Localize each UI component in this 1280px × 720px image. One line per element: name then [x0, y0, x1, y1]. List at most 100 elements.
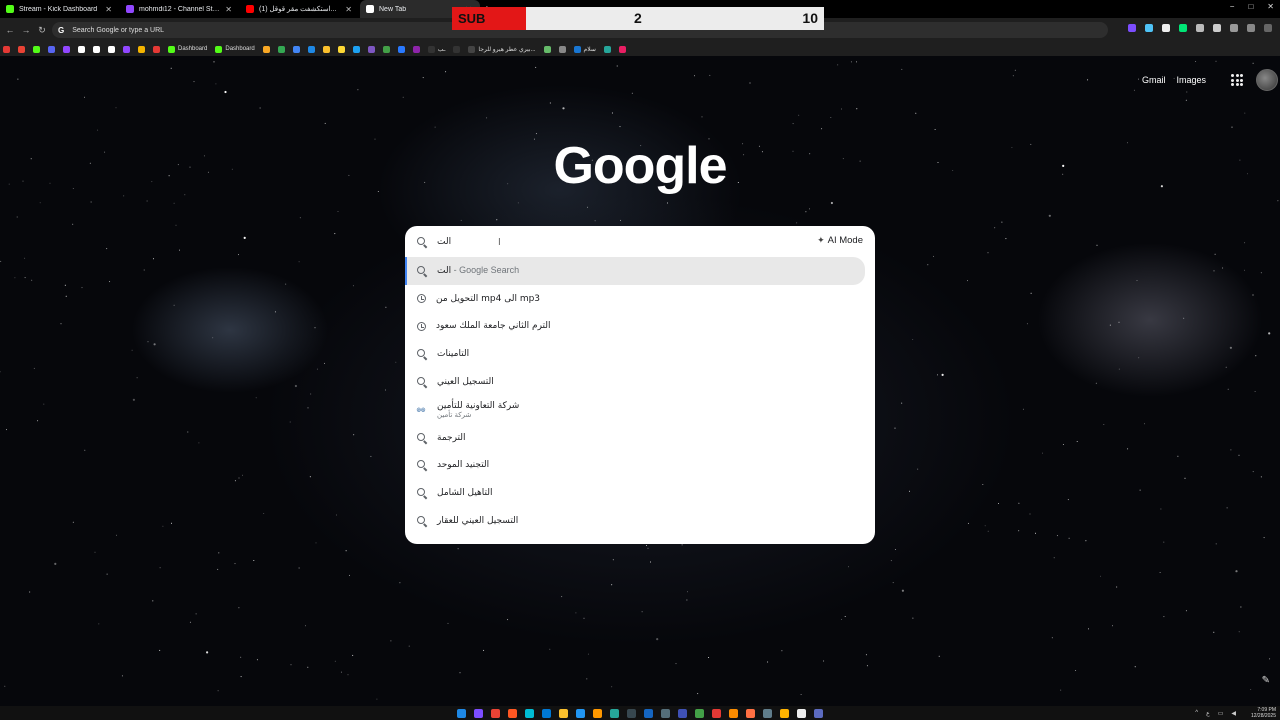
bookmark-item[interactable]: ـب — [427, 45, 445, 53]
suggestion-item[interactable]: التحويل من mp4 الى mp3 — [405, 285, 875, 313]
taskbar-app-icon[interactable] — [457, 708, 466, 718]
taskbar-app-icon[interactable] — [746, 708, 755, 718]
customize-pencil-icon[interactable]: ✎ — [1262, 675, 1270, 686]
bookmark-item[interactable] — [138, 45, 145, 53]
gmail-link[interactable]: Gmail — [1142, 75, 1166, 85]
suggestion-item[interactable]: الترم الثاني جامعة الملك سعود — [405, 313, 875, 341]
bookmark-item[interactable] — [123, 45, 130, 53]
bookmark-item[interactable] — [108, 45, 115, 53]
extension-icon[interactable] — [1162, 24, 1170, 32]
taskbar-app-icon[interactable] — [729, 708, 738, 718]
suggestion-item[interactable]: التجنيد الموحد — [405, 452, 875, 480]
suggestion-item[interactable]: ◎◎ شركة التعاونية للتأمين شركة تأمين — [405, 396, 875, 424]
images-link[interactable]: Images — [1176, 75, 1206, 85]
taskbar-app-icon[interactable] — [491, 708, 500, 718]
suggestion-item[interactable]: التسجيل العيني — [405, 368, 875, 396]
taskbar-app-icon[interactable] — [661, 708, 670, 718]
bookmark-item[interactable] — [262, 45, 270, 53]
bookmark-item[interactable] — [307, 45, 315, 53]
forward-icon[interactable]: → — [20, 25, 32, 35]
suggestion-item[interactable]: التامينات — [405, 340, 875, 368]
extension-icon[interactable] — [1196, 24, 1204, 32]
suggestion-item[interactable]: الت - Google Search — [405, 257, 865, 285]
search-input[interactable] — [437, 237, 737, 247]
profile-icon[interactable] — [1247, 24, 1255, 32]
bookmark-item[interactable] — [292, 45, 300, 53]
bookmark-item[interactable] — [412, 45, 420, 53]
suggestion-query: التسجيل العيني — [437, 377, 494, 388]
bookmark-item[interactable] — [63, 45, 70, 53]
bookmark-item[interactable] — [18, 45, 25, 53]
extension-icon[interactable] — [1179, 24, 1187, 32]
browser-tab[interactable]: Stream - Kick Dashboard ✕ — [0, 0, 120, 18]
extension-icon[interactable] — [1145, 24, 1153, 32]
language-indicator[interactable]: ع — [1206, 710, 1210, 717]
maximize-button[interactable]: □ — [1248, 2, 1253, 11]
suggestion-item[interactable]: التسجيل العيني للعقار — [405, 507, 875, 535]
bookmark-item[interactable] — [543, 45, 551, 53]
bookmark-item[interactable] — [277, 45, 285, 53]
extensions-puzzle-icon[interactable] — [1213, 24, 1221, 32]
bookmark-item[interactable]: Dashboard — [215, 45, 255, 53]
menu-icon[interactable] — [1264, 24, 1272, 32]
tab-close-icon[interactable]: ✕ — [225, 5, 232, 14]
taskbar-app-icon[interactable] — [644, 708, 653, 718]
clock[interactable]: 7:09 PM 12/28/2025 — [1251, 707, 1276, 719]
taskbar-app-icon[interactable] — [678, 708, 687, 718]
taskbar-app-icon[interactable] — [712, 708, 721, 718]
taskbar-app-icon[interactable] — [542, 708, 551, 718]
tab-close-icon[interactable]: ✕ — [345, 5, 352, 14]
bookmark-item[interactable] — [48, 45, 55, 53]
close-window-button[interactable]: ✕ — [1267, 2, 1274, 11]
account-avatar[interactable] — [1256, 69, 1278, 91]
taskbar-app-icon[interactable] — [763, 708, 772, 718]
taskbar-app-icon[interactable] — [627, 708, 636, 718]
bookmark-item[interactable] — [337, 45, 345, 53]
suggestion-item[interactable]: الترجمة — [405, 424, 875, 452]
search-bar[interactable]: I ✦ AI Mode — [405, 230, 875, 254]
reload-icon[interactable]: ↻ — [36, 25, 48, 36]
browser-tab[interactable]: (1) استكشفت مقر قوقل... ✕ — [240, 0, 360, 18]
bookmark-item[interactable] — [558, 45, 566, 53]
volume-icon[interactable]: ◀ — [1231, 710, 1236, 717]
taskbar-app-icon[interactable] — [695, 708, 704, 718]
suggestion-item[interactable]: التاهيل الشامل — [405, 479, 875, 507]
sidepanel-icon[interactable] — [1230, 24, 1238, 32]
bookmark-item[interactable] — [382, 45, 390, 53]
bookmark-item[interactable] — [603, 45, 611, 53]
bookmark-item[interactable]: Dashboard — [168, 45, 207, 53]
taskbar-app-icon[interactable] — [797, 708, 806, 718]
bookmark-item[interactable] — [322, 45, 330, 53]
bookmark-item[interactable] — [397, 45, 405, 53]
minimize-button[interactable]: − — [1230, 2, 1235, 11]
tab-close-icon[interactable]: ✕ — [105, 5, 112, 14]
bookmark-item[interactable] — [93, 45, 100, 53]
network-icon[interactable]: ▭ — [1218, 710, 1224, 717]
bookmark-item[interactable]: سلام — [573, 45, 596, 53]
bookmark-item[interactable] — [352, 45, 360, 53]
bookmark-item[interactable]: بيري عطر هيرو للرجا... — [468, 45, 536, 53]
back-icon[interactable]: ← — [4, 25, 16, 35]
bookmark-item[interactable] — [453, 45, 461, 53]
ai-mode-button[interactable]: ✦ AI Mode — [817, 235, 863, 246]
bookmark-item[interactable] — [367, 45, 375, 53]
taskbar-app-icon[interactable] — [576, 708, 585, 718]
extension-icon[interactable] — [1128, 24, 1136, 32]
taskbar-app-icon[interactable] — [780, 708, 789, 718]
bookmark-item[interactable] — [33, 45, 40, 53]
taskbar-app-icon[interactable] — [508, 708, 517, 718]
taskbar-app-icon[interactable] — [559, 708, 568, 718]
chevron-up-icon[interactable]: ^ — [1195, 710, 1198, 717]
taskbar-app-icon[interactable] — [610, 708, 619, 718]
taskbar-app-icon[interactable] — [593, 708, 602, 718]
bookmark-item[interactable] — [618, 45, 626, 53]
bookmark-item[interactable] — [3, 45, 10, 53]
taskbar-app-icon[interactable] — [525, 708, 534, 718]
bookmark-favicon-icon — [543, 45, 551, 53]
browser-tab[interactable]: mohmdi12 - Channel Streams ✕ — [120, 0, 240, 18]
bookmark-item[interactable] — [153, 45, 160, 53]
taskbar-app-icon[interactable] — [474, 708, 483, 718]
google-apps-icon[interactable] — [1231, 74, 1243, 86]
bookmark-item[interactable] — [78, 45, 85, 53]
taskbar-app-icon[interactable] — [814, 708, 823, 718]
